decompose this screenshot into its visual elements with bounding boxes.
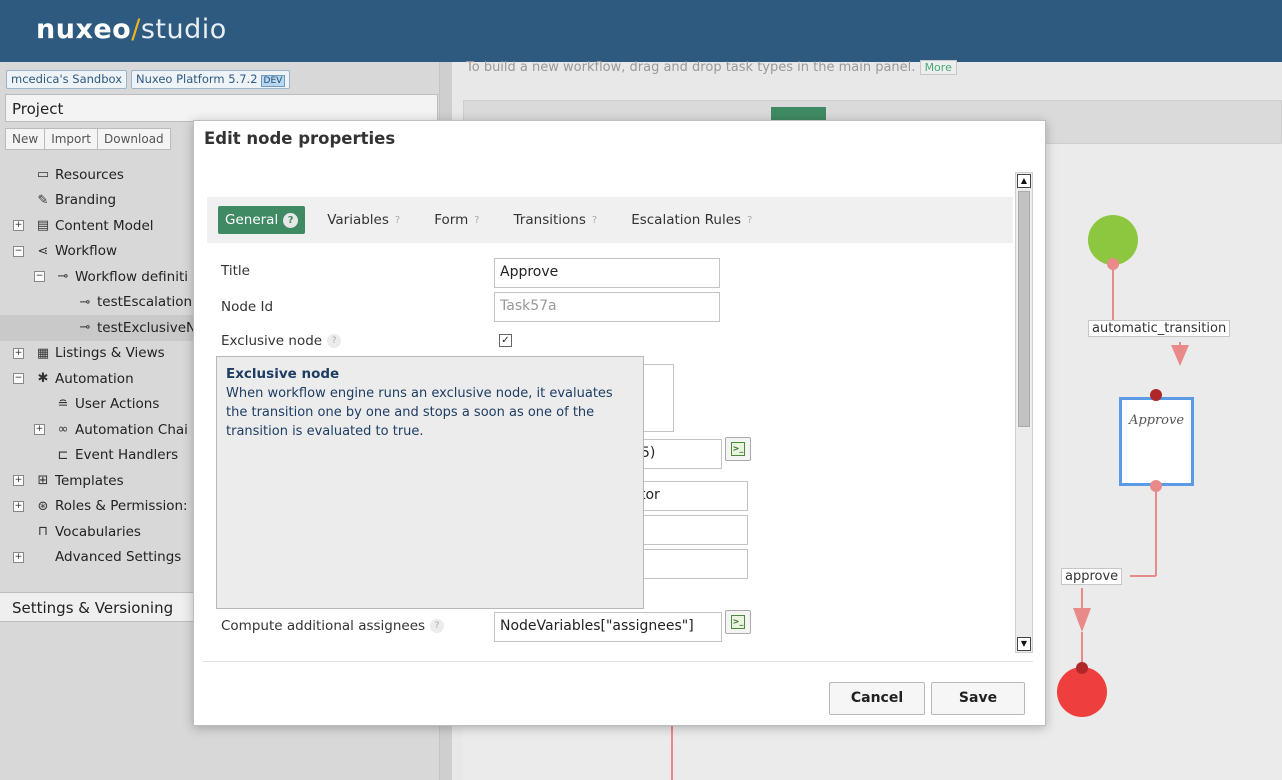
new-button[interactable]: New bbox=[5, 128, 46, 150]
import-button[interactable]: Import bbox=[44, 128, 99, 150]
tab-escalation-rules[interactable]: Escalation Rules? bbox=[631, 212, 752, 228]
tab-form[interactable]: Form? bbox=[434, 212, 479, 228]
tree-item-label: Automation bbox=[55, 370, 134, 387]
workflow-item-icon: ⊸ bbox=[79, 320, 91, 336]
tree-item-label: testEscalation bbox=[97, 294, 193, 311]
collapse-icon[interactable]: − bbox=[34, 271, 45, 283]
tab-general-label: General bbox=[225, 212, 279, 228]
approve-node-in-port bbox=[1150, 389, 1162, 401]
workflow-icon: ⋖ bbox=[37, 243, 49, 259]
compute-assignees-input[interactable]: NodeVariables["assignees"] bbox=[494, 612, 722, 642]
dialog-tabs: General? Variables? Form? Transitions? E… bbox=[207, 197, 1013, 243]
workflow-definition-icon: ⊸ bbox=[57, 269, 69, 285]
cancel-button[interactable]: Cancel bbox=[829, 682, 925, 715]
automation-chain-icon: ∞ bbox=[57, 422, 69, 438]
scroll-thumb[interactable] bbox=[1018, 191, 1030, 427]
expand-icon[interactable]: + bbox=[13, 347, 24, 359]
title-label: Title bbox=[221, 263, 250, 279]
resources-icon: ▭ bbox=[36, 167, 50, 183]
tooltip-text: When workflow engine runs an exclusive n… bbox=[226, 386, 613, 439]
help-icon: ? bbox=[591, 214, 598, 226]
tree-item-label: Templates bbox=[55, 472, 124, 489]
dialog-title: Edit node properties bbox=[204, 129, 396, 148]
templates-icon: ⊞ bbox=[37, 473, 49, 489]
dialog-scrollbar[interactable]: ▲ ▼ bbox=[1015, 172, 1033, 653]
expand-icon[interactable]: + bbox=[13, 475, 24, 487]
node-id-input[interactable]: Task57a bbox=[494, 292, 720, 322]
expand-icon[interactable]: + bbox=[13, 220, 24, 232]
tab-variables-label: Variables bbox=[327, 212, 389, 228]
download-button[interactable]: Download bbox=[97, 128, 171, 150]
workflow-item-icon: ⊸ bbox=[79, 294, 91, 310]
tree-item-label: User Actions bbox=[75, 396, 160, 413]
scroll-up-icon[interactable]: ▲ bbox=[1017, 174, 1031, 188]
exclusive-node-text: Exclusive node bbox=[221, 333, 323, 349]
automation-icon: ✱ bbox=[37, 371, 49, 387]
tab-variables[interactable]: Variables? bbox=[327, 212, 400, 228]
title-input[interactable]: Approve bbox=[494, 258, 720, 288]
tree-item-label: Content Model bbox=[55, 217, 154, 234]
help-icon[interactable]: ? bbox=[327, 334, 342, 348]
sandbox-pills: mcedica's Sandbox Nuxeo Platform 5.7.2 DE… bbox=[6, 70, 291, 89]
platform-version[interactable]: Nuxeo Platform 5.7.2 DEV bbox=[131, 70, 291, 89]
expand-icon[interactable]: + bbox=[13, 551, 24, 563]
transition-label-approve[interactable]: approve bbox=[1061, 568, 1123, 585]
dev-badge: DEV bbox=[260, 75, 286, 87]
script-icon: >_ bbox=[731, 615, 745, 629]
event-handlers-icon: ⊏ bbox=[57, 447, 69, 463]
compute-assignees-label: Compute additional assignees? bbox=[221, 618, 445, 634]
help-icon[interactable]: ? bbox=[430, 619, 445, 633]
branding-icon: ✎ bbox=[37, 192, 49, 208]
project-header[interactable]: Project bbox=[5, 94, 438, 122]
help-icon: ? bbox=[394, 214, 401, 226]
project-toolbar: New Import Download bbox=[5, 128, 171, 150]
node-id-label: Node Id bbox=[221, 299, 274, 315]
tree-item-label: Vocabularies bbox=[55, 523, 141, 540]
dialog-footer-divider bbox=[203, 661, 1033, 662]
tree-item-label: Branding bbox=[55, 192, 117, 209]
save-button[interactable]: Save bbox=[931, 682, 1025, 715]
tab-transitions-label: Transitions bbox=[513, 212, 586, 228]
user-actions-icon: ≘ bbox=[57, 396, 69, 412]
tree-item-label: Workflow definiti bbox=[75, 268, 189, 285]
script-editor-button[interactable]: >_ bbox=[725, 437, 751, 461]
content-model-icon: ▤ bbox=[36, 218, 50, 234]
help-icon: ? bbox=[474, 214, 480, 226]
exclusive-node-tooltip: Exclusive node When workflow engine runs… bbox=[216, 356, 644, 609]
tree-item-label: Roles & Permission: bbox=[55, 498, 188, 515]
tree-item-label: testExclusiveN bbox=[97, 319, 197, 336]
tree-item-label: Listings & Views bbox=[55, 345, 165, 362]
tree-item-label: Event Handlers bbox=[75, 447, 179, 464]
help-icon: ? bbox=[747, 214, 753, 226]
expand-icon[interactable]: + bbox=[34, 424, 45, 436]
collapse-icon[interactable]: − bbox=[13, 245, 24, 257]
tab-form-label: Form bbox=[434, 212, 469, 228]
platform-version-label: Nuxeo Platform 5.7.2 bbox=[136, 72, 258, 86]
tab-escalation-rules-label: Escalation Rules bbox=[631, 212, 742, 228]
help-icon: ? bbox=[283, 212, 299, 228]
compute-assignees-text: Compute additional assignees bbox=[221, 618, 426, 634]
tree-item-label: Automation Chai bbox=[75, 421, 188, 438]
tree-item-label: Resources bbox=[55, 166, 124, 183]
tooltip-title: Exclusive node bbox=[226, 366, 340, 382]
roles-icon: ⊛ bbox=[37, 498, 49, 514]
exclusive-node-checkbox[interactable]: ✓ bbox=[499, 334, 512, 347]
exclusive-node-label: Exclusive node? bbox=[221, 333, 342, 349]
tree-item-label: Workflow bbox=[55, 243, 117, 260]
scroll-down-icon[interactable]: ▼ bbox=[1017, 637, 1031, 651]
script-editor-button-2[interactable]: >_ bbox=[725, 610, 751, 634]
approve-node-out-port bbox=[1150, 480, 1162, 492]
tab-general[interactable]: General? bbox=[218, 206, 306, 234]
vocabularies-icon: ⊓ bbox=[37, 524, 49, 540]
tab-transitions[interactable]: Transitions? bbox=[514, 212, 598, 228]
collapse-icon[interactable]: − bbox=[13, 373, 24, 385]
tree-item-label: Advanced Settings bbox=[55, 549, 182, 566]
expand-icon[interactable]: + bbox=[13, 500, 24, 512]
script-icon: >_ bbox=[731, 442, 745, 456]
sandbox-name[interactable]: mcedica's Sandbox bbox=[6, 70, 127, 89]
listings-icon: ▦ bbox=[36, 345, 50, 361]
